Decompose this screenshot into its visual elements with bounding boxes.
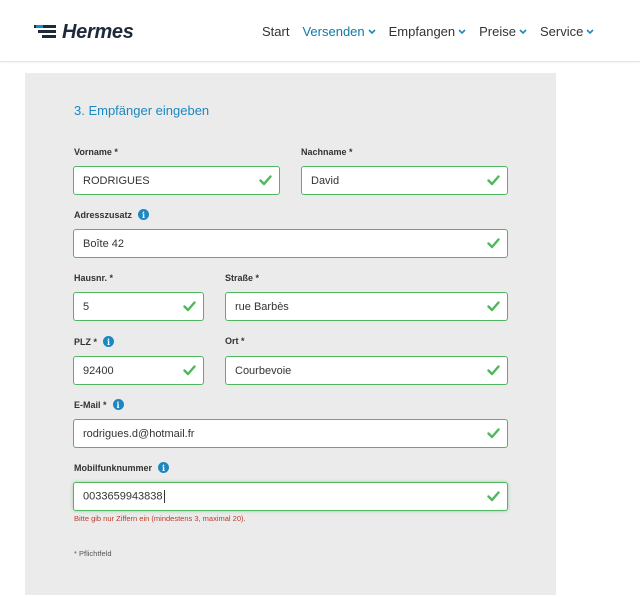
info-icon[interactable]: i	[158, 462, 169, 473]
check-icon	[487, 491, 500, 502]
ort-label-text: Ort *	[225, 336, 245, 346]
plz-input[interactable]: 92400	[73, 356, 204, 385]
adresszusatz-input[interactable]: Boîte 42	[73, 229, 508, 258]
check-icon	[487, 238, 500, 249]
nav-start[interactable]: Start	[262, 24, 289, 39]
email-label: E-Mail * i	[74, 399, 124, 410]
plz-label-text: PLZ *	[74, 336, 98, 347]
email-input[interactable]: rodrigues.d@hotmail.fr	[73, 419, 508, 448]
vorname-value: RODRIGUES	[83, 174, 150, 187]
mobil-error-message: Bitte gib nur Ziffern ein (mindestens 3,…	[74, 514, 246, 523]
vorname-label-text: Vorname *	[74, 147, 118, 157]
nav-service[interactable]: Service	[540, 24, 594, 39]
check-icon	[183, 301, 196, 312]
ort-value: Courbevoie	[235, 364, 292, 377]
chevron-down-icon	[368, 28, 376, 35]
email-label-text: E-Mail *	[74, 399, 107, 410]
ort-label: Ort *	[225, 336, 245, 346]
mobil-value: 0033659943838	[83, 490, 163, 503]
check-icon	[487, 428, 500, 439]
strasse-label-text: Straße *	[225, 273, 260, 283]
site-header: Hermes Start Versenden Empfangen Preise …	[0, 0, 640, 62]
mobil-value-wrap: 0033659943838	[83, 490, 507, 503]
vorname-label: Vorname *	[74, 147, 118, 157]
check-icon	[487, 365, 500, 376]
info-icon[interactable]: i	[112, 399, 124, 410]
info-icon[interactable]: i	[103, 336, 115, 347]
nav-start-label: Start	[262, 24, 290, 39]
hausnr-label-text: Hausnr. *	[74, 273, 114, 283]
mobil-label: Mobilfunknummer i	[74, 462, 169, 473]
nachname-input[interactable]: David	[301, 166, 508, 195]
strasse-label: Straße *	[225, 273, 259, 283]
nav-versenden[interactable]: Versenden	[302, 24, 376, 39]
adresszusatz-label-text: Adresszusatz	[74, 209, 133, 220]
nachname-label: Nachname *	[301, 147, 353, 157]
check-icon	[183, 365, 196, 376]
nachname-value: David	[311, 174, 340, 187]
hausnr-input[interactable]: 5	[73, 292, 204, 321]
check-icon	[487, 175, 500, 186]
form-section-title: 3. Empfänger eingeben	[74, 103, 210, 118]
check-icon	[487, 301, 500, 312]
logo-text: Hermes	[62, 20, 134, 43]
nav-versenden-label: Versenden	[302, 24, 365, 39]
adresszusatz-value: Boîte 42	[83, 237, 124, 250]
adresszusatz-label: Adresszusatz i	[74, 209, 150, 220]
nav-empfangen-label: Empfangen	[388, 24, 456, 39]
nav-preise[interactable]: Preise	[479, 24, 527, 39]
ort-input[interactable]: Courbevoie	[225, 356, 508, 385]
email-value: rodrigues.d@hotmail.fr	[83, 427, 195, 440]
nav-service-label: Service	[540, 24, 584, 39]
hermes-wing-icon	[34, 25, 56, 38]
vorname-input[interactable]: RODRIGUES	[73, 166, 280, 195]
plz-label: PLZ * i	[74, 336, 115, 347]
chevron-down-icon	[519, 28, 527, 35]
strasse-value: rue Barbès	[235, 300, 289, 313]
check-icon	[259, 175, 272, 186]
strasse-input[interactable]: rue Barbès	[225, 292, 508, 321]
hausnr-label: Hausnr. *	[74, 273, 113, 283]
nachname-label-text: Nachname *	[301, 147, 353, 157]
chevron-down-icon	[586, 28, 594, 35]
hermes-logo[interactable]: Hermes	[34, 20, 134, 44]
info-icon[interactable]: i	[138, 209, 150, 220]
main-nav: Start Versenden Empfangen Preise Service	[262, 24, 607, 39]
text-caret	[163, 490, 165, 503]
nav-preise-label: Preise	[479, 24, 516, 39]
required-note: * Pflichtfeld	[74, 549, 112, 558]
chevron-down-icon	[458, 28, 466, 35]
mobil-input[interactable]: 0033659943838	[73, 482, 508, 511]
nav-empfangen[interactable]: Empfangen	[389, 24, 467, 39]
mobil-label-text: Mobilfunknummer	[74, 462, 152, 473]
